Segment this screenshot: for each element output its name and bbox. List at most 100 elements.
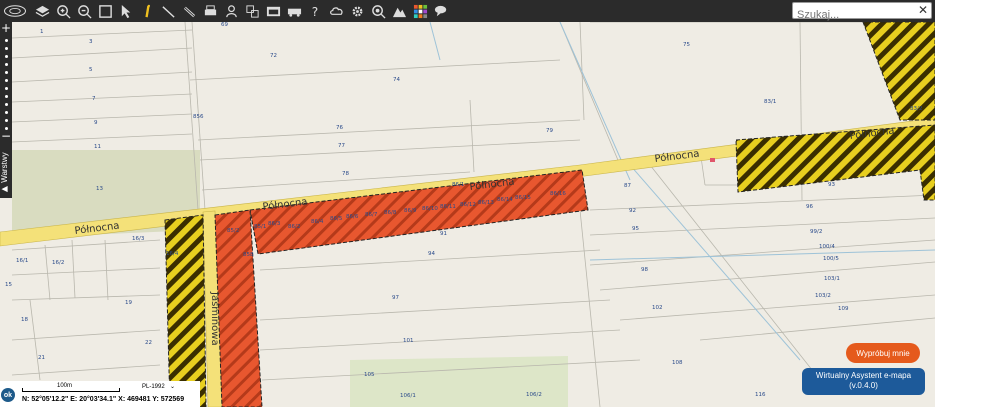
- parcel-number: 21: [38, 355, 45, 361]
- zoom-out-icon[interactable]: [74, 2, 94, 20]
- parcel-number: 85/1: [254, 224, 266, 230]
- coord-y: Y: 572569: [152, 396, 185, 403]
- measure-line-icon[interactable]: [158, 2, 178, 20]
- compare-icon[interactable]: [242, 2, 262, 20]
- vehicle-icon[interactable]: [284, 2, 304, 20]
- zoom-level-dot[interactable]: [4, 79, 8, 82]
- zoom-level-dot[interactable]: [4, 103, 8, 106]
- parcel-number: 100/4: [819, 244, 835, 250]
- parcel-number: 86/3: [268, 221, 281, 227]
- assistant-version: (v.0.4.0): [849, 381, 878, 390]
- help-icon[interactable]: ?: [305, 2, 325, 20]
- green-field: [350, 356, 568, 407]
- parcel-number: 83/2: [910, 106, 922, 112]
- parcel-number: 18: [21, 317, 28, 323]
- parcel-number: 86/1: [452, 182, 464, 188]
- virtual-assistant-button[interactable]: Wirtualny Asystent e-mapa (v.0.4.0): [802, 368, 925, 395]
- coordinates-readout: N: 52°05'12.2" E: 20°03'34.1" X: 469481 …: [22, 396, 184, 403]
- crs-dropdown[interactable]: ⌄: [170, 383, 175, 390]
- assistant-title: Wirtualny Asystent e-mapa: [815, 371, 912, 380]
- download-icon[interactable]: [221, 2, 241, 20]
- parcel-number: 16/1: [16, 258, 28, 264]
- close-icon[interactable]: ✕: [918, 3, 928, 17]
- try-me-button[interactable]: Wypróbuj mnie: [846, 343, 920, 363]
- zoom-in-button[interactable]: +: [0, 22, 12, 34]
- coord-n: N: 52°05'12.2": [22, 396, 69, 403]
- parcel-number: 86/15: [515, 195, 531, 201]
- parcel-number: 3: [89, 39, 93, 45]
- zoom-level-dot[interactable]: [4, 111, 8, 114]
- parcel-number: 16/4: [166, 251, 179, 257]
- parcel-number: 91: [440, 231, 447, 237]
- svg-text:?: ?: [311, 5, 317, 19]
- ok-button[interactable]: ok: [1, 388, 15, 402]
- parcel-number: 16/2: [52, 260, 64, 266]
- parcel-number: 78: [342, 171, 349, 177]
- parcel-number: 77: [338, 143, 345, 149]
- zoom-level-dot[interactable]: [4, 55, 8, 58]
- zoom-in-icon[interactable]: [53, 2, 73, 20]
- window-icon[interactable]: [263, 2, 283, 20]
- zoom-level-dot[interactable]: [4, 39, 8, 42]
- parcel-number: 85/2: [227, 228, 239, 234]
- parcel-number: 79: [546, 128, 553, 134]
- parcel-number: 86/14: [497, 197, 513, 203]
- zoom-level-dot[interactable]: [4, 95, 8, 98]
- parcel-number: 103/2: [815, 293, 831, 299]
- info-icon[interactable]: [137, 2, 157, 20]
- parcel-number: 83/1: [764, 99, 776, 105]
- parcel-number: 86/10: [422, 206, 438, 212]
- parcel-number: 98: [641, 267, 648, 273]
- parcel-number: 858: [243, 252, 254, 258]
- zoom-level-dot[interactable]: [4, 63, 8, 66]
- parcel-number: 87: [624, 183, 631, 189]
- parcel-number: 1: [40, 29, 44, 35]
- right-margin: [935, 0, 1000, 407]
- parcel-number: 86/13: [478, 200, 494, 206]
- coord-e: E: 20°03'34.1": [70, 396, 117, 403]
- parcel-number: 106/1: [400, 393, 416, 399]
- full-extent-icon[interactable]: [95, 2, 115, 20]
- parcel-number: 13: [96, 186, 103, 192]
- layers-icon[interactable]: [32, 2, 52, 20]
- parcel-number: 7: [92, 96, 96, 102]
- map-canvas[interactable]: Północna Północna Północna Północna Półn…: [0, 22, 935, 407]
- zoom-level-dot[interactable]: [4, 119, 8, 122]
- search-map-icon[interactable]: [368, 2, 388, 20]
- parcel-number: 11: [94, 144, 101, 150]
- map-svg: Północna Północna Północna Północna Półn…: [0, 22, 935, 407]
- zoom-level-dot[interactable]: [4, 87, 8, 90]
- layers-tab[interactable]: ▶ Warstwy: [0, 148, 12, 198]
- link-icon[interactable]: [179, 2, 199, 20]
- settings-icon[interactable]: [347, 2, 367, 20]
- road-label: Jaśminowa: [209, 291, 221, 346]
- parcel-number: 93: [828, 182, 835, 188]
- parcel-number: 9: [94, 120, 98, 126]
- logo-icon[interactable]: [2, 2, 28, 20]
- parcel-number: 86/5: [330, 216, 343, 222]
- pointer-icon[interactable]: [116, 2, 136, 20]
- parcel-number: 102: [652, 305, 663, 311]
- scale-label: 100m: [57, 383, 73, 389]
- search-box[interactable]: ✕: [792, 2, 932, 23]
- zoom-level-dot[interactable]: [4, 47, 8, 50]
- print-icon[interactable]: [200, 2, 220, 20]
- parcel-number: 16/3: [132, 236, 145, 242]
- search-input[interactable]: [793, 7, 911, 23]
- terrain-icon[interactable]: [389, 2, 409, 20]
- cloud-icon[interactable]: [326, 2, 346, 20]
- parcel-number: 76: [336, 125, 343, 131]
- zoom-level-dot[interactable]: [4, 71, 8, 74]
- chat-icon[interactable]: [431, 2, 451, 20]
- zoom-out-button[interactable]: −: [0, 130, 12, 142]
- parcel-number: 86/6: [346, 214, 359, 220]
- parcel-number: 74: [393, 77, 400, 83]
- crs-label: PL-1992: [142, 384, 165, 390]
- parcel-number: 19: [125, 300, 132, 306]
- parcel-number: 86/9: [404, 208, 417, 214]
- parcel-number: 92: [629, 208, 636, 214]
- color-palette-icon[interactable]: [410, 2, 430, 20]
- parcel-number: 94: [428, 251, 435, 257]
- parcel-number: 97: [392, 295, 399, 301]
- parcel-number: 86/4: [311, 219, 324, 225]
